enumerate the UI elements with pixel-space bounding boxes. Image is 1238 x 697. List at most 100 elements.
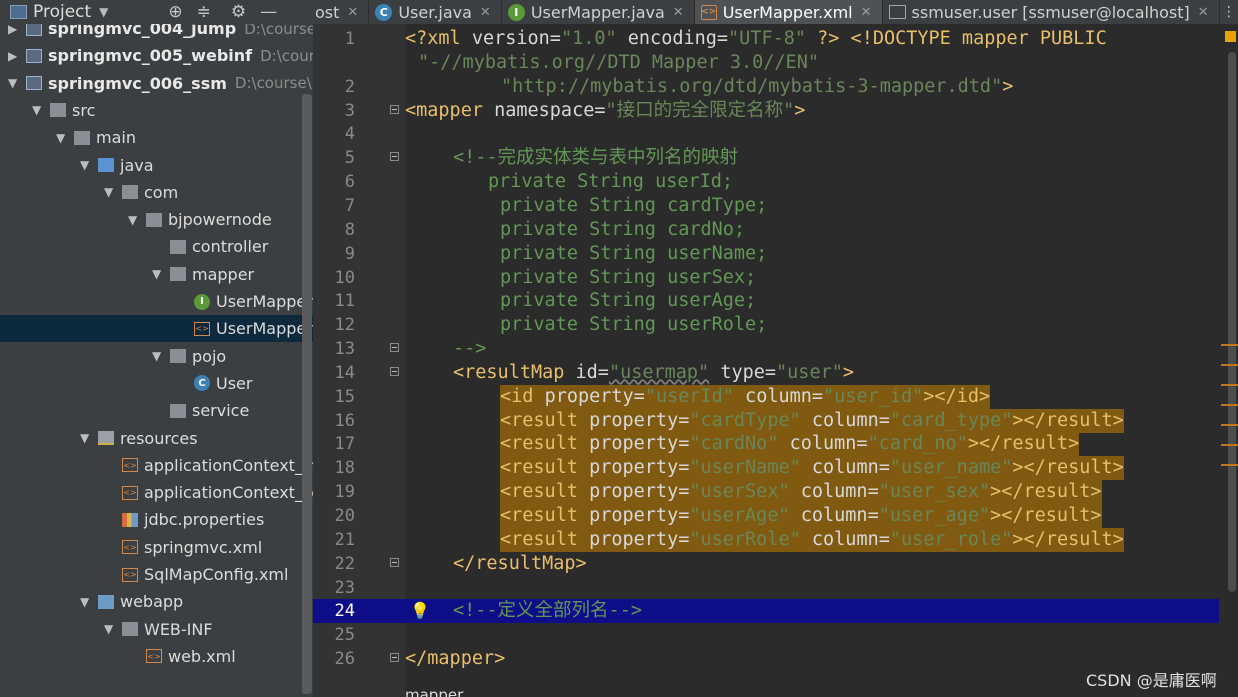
tree-item-applicationcontext-ma[interactable]: <> applicationContext_ma [0,452,313,479]
expanded-arrow-icon[interactable]: ▼ [152,267,166,281]
expanded-arrow-icon[interactable]: ▼ [152,349,166,363]
tree-item-webapp[interactable]: ▼ webapp [0,588,313,615]
code-line[interactable]: 16 <result property="cardType" column="ca… [313,408,1238,433]
expanded-arrow-icon[interactable]: ▼ [104,622,118,636]
code-line[interactable]: 15 <id property="userId" column="user_id"… [313,384,1238,409]
code-line[interactable]: 2 "http://mybatis.org/dtd/mybatis-3-mappe… [313,75,1238,99]
tree-item-controller[interactable]: controller [0,233,313,260]
code-line[interactable]: 5 <!--完成实体类与表中列名的映射 [313,146,1238,170]
highlight-marker[interactable] [1221,384,1238,386]
expanded-arrow-icon[interactable]: ▼ [80,431,94,445]
collapse-icon[interactable]: ≑ [197,2,211,22]
tree-item-user[interactable]: C User [0,370,313,397]
tree-item-resources[interactable]: ▼ resources [0,425,313,452]
tree-item-springmvc-006-ssm[interactable]: ▼ springmvc_006_ssm D:\course\183 [0,70,313,97]
collapsed-arrow-icon[interactable]: ▶ [8,24,22,36]
chevron-down-icon[interactable]: ▼ [99,5,108,19]
code-line[interactable]: 22 </resultMap> [313,552,1238,576]
target-icon[interactable]: ⊕ [168,2,182,22]
fold-toggle-icon[interactable] [390,104,399,114]
fold-toggle-icon[interactable] [390,557,399,567]
code-line[interactable]: 10 private String userSex; [313,266,1238,290]
code-line[interactable]: 12 private String userRole; [313,313,1238,337]
code-line[interactable]: 13 --> [313,337,1238,361]
code-line[interactable]: 11 private String userAge; [313,289,1238,313]
highlight-marker[interactable] [1221,404,1238,406]
expanded-arrow-icon[interactable]: ▼ [104,185,118,199]
tree-item-src[interactable]: ▼ src [0,97,313,124]
close-icon[interactable]: ✕ [480,5,491,20]
project-view-selector[interactable]: Project [33,2,91,22]
tab-ssmuser-user-ssmuser-localhost[interactable]: ssmuser.user [ssmuser@localhost] ✕ [883,0,1220,24]
tree-item-applicationcontext-ser[interactable]: <> applicationContext_ser [0,479,313,506]
warning-indicator-icon[interactable] [1225,31,1236,42]
highlight-marker[interactable] [1221,344,1238,346]
highlight-marker[interactable] [1221,444,1238,446]
tab-usermapper-xml[interactable]: <> UserMapper.xml ✕ [694,0,883,24]
tree-item-pojo[interactable]: ▼ pojo [0,343,313,370]
code-line[interactable]: 8 private String cardNo; [313,218,1238,242]
highlight-marker[interactable] [1221,364,1238,366]
collapsed-arrow-icon[interactable]: ▶ [8,49,22,63]
fold-toggle-icon[interactable] [390,152,399,162]
tree-item-main[interactable]: ▼ main [0,124,313,151]
expanded-arrow-icon[interactable]: ▼ [8,76,22,90]
tree-item-mapper[interactable]: ▼ mapper [0,261,313,288]
fold-toggle-icon[interactable] [390,366,399,376]
highlight-marker[interactable] [1221,464,1238,466]
tree-item-web-inf[interactable]: ▼ WEB-INF [0,616,313,643]
code-line[interactable]: 3 <mapper namespace="接口的完全限定名称"> [313,99,1238,123]
code-line[interactable]: 20 <result property="userAge" column="use… [313,504,1238,528]
code-line[interactable]: 24 💡 <!--定义全部列名--> [313,599,1238,624]
code-editor[interactable]: 1 <?xml version="1.0" encoding="UTF-8" ?>… [313,24,1238,697]
code-line[interactable]: 25 [313,623,1238,647]
close-icon[interactable]: ✕ [347,5,358,20]
code-line[interactable]: 1 <?xml version="1.0" encoding="UTF-8" ?>… [313,27,1238,51]
code-line[interactable]: 19 <result property="userSex" column="use… [313,480,1238,505]
tree-item-java[interactable]: ▼ java [0,152,313,179]
tree-item-sqlmapconfig-xml[interactable]: <> SqlMapConfig.xml [0,561,313,588]
code-line[interactable]: 9 private String userName; [313,242,1238,266]
minimize-icon[interactable]: — [260,2,277,22]
tree-item-jdbc-properties[interactable]: jdbc.properties [0,506,313,533]
close-icon[interactable]: ✕ [673,5,684,20]
tab-usermapper-java[interactable]: I UserMapper.java ✕ [502,0,695,24]
code-line[interactable]: 21 <result property="userRole" column="us… [313,527,1238,552]
code-line[interactable]: 7 private String cardType; [313,194,1238,218]
code-line[interactable]: 17 <result property="cardNo" column="card… [313,432,1238,457]
expanded-arrow-icon[interactable]: ▼ [80,595,94,609]
code-text: </mapper> [405,647,505,671]
tree-item-springmvc-004-jump[interactable]: ▶ springmvc_004_jump D:\course\18 [0,24,313,42]
tree-item-usermapper[interactable]: I UserMapper [0,288,313,315]
tree-scrollbar[interactable] [302,94,312,694]
expanded-arrow-icon[interactable]: ▼ [56,131,70,145]
tab-user-java[interactable]: C User.java ✕ [369,0,502,24]
tree-item-web-xml[interactable]: <> web.xml [0,643,313,670]
tree-item-bjpowernode[interactable]: ▼ bjpowernode [0,206,313,233]
tree-item-service[interactable]: service [0,397,313,424]
fold-toggle-icon[interactable] [390,653,399,663]
code-line[interactable]: 4 [313,122,1238,146]
tree-item-usermapper[interactable]: <> UserMapper. [0,315,313,343]
code-line[interactable]: 23 [313,576,1238,600]
lightbulb-icon[interactable]: 💡 [410,601,430,620]
tree-item-com[interactable]: ▼ com [0,179,313,206]
tabs-overflow-icon[interactable]: ⋮ [1220,0,1238,24]
gear-icon[interactable]: ⚙ [231,2,246,22]
tab-ost[interactable]: ost ✕ [313,0,370,24]
code-line[interactable]: 18 <result property="userName" column="us… [313,456,1238,481]
code-line[interactable]: "-//mybatis.org//DTD Mapper 3.0//EN" [313,51,1238,75]
editor-scrollbar[interactable] [1228,52,1236,592]
expanded-arrow-icon[interactable]: ▼ [32,103,46,117]
code-line[interactable]: 6 private String userId; [313,170,1238,194]
breadcrumb[interactable]: mapper [405,686,463,697]
close-icon[interactable]: ✕ [861,5,872,20]
code-line[interactable]: 14 <resultMap id="usermap" type="user"> [313,361,1238,385]
expanded-arrow-icon[interactable]: ▼ [128,213,142,227]
fold-toggle-icon[interactable] [390,343,399,353]
tree-item-springmvc-005-webinf[interactable]: ▶ springmvc_005_webinf D:\course\1 [0,42,313,69]
close-icon[interactable]: ✕ [1198,5,1209,20]
tree-item-springmvc-xml[interactable]: <> springmvc.xml [0,534,313,561]
expanded-arrow-icon[interactable]: ▼ [80,158,94,172]
highlight-marker[interactable] [1221,424,1238,426]
